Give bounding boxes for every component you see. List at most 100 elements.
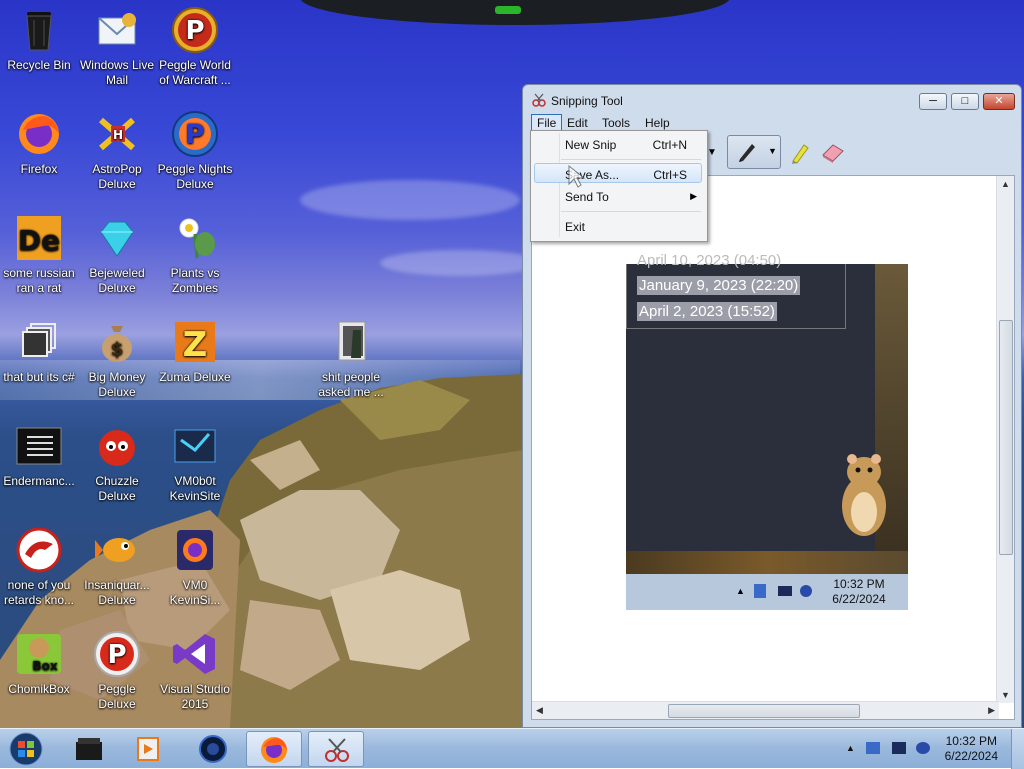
scissors-icon xyxy=(532,93,546,107)
desktop-icon-label: Visual Studio 2015 xyxy=(160,682,230,711)
close-button[interactable]: ✕ xyxy=(983,93,1015,110)
desktop-icon-label: AstroPop Deluxe xyxy=(92,162,142,191)
desktop-icon-chomikbox[interactable]: Box ChomikBox xyxy=(0,630,78,697)
desktop-icon-recycle-bin[interactable]: Recycle Bin xyxy=(0,6,78,73)
firefox-icon xyxy=(15,110,63,158)
mouse-cursor-icon xyxy=(568,164,586,188)
show-desktop-button[interactable] xyxy=(1011,729,1024,769)
desktop-icon-label: Peggle Deluxe xyxy=(98,682,136,711)
media-player-icon xyxy=(137,737,159,761)
desktop-icon-big-money[interactable]: $ Big Money Deluxe xyxy=(78,318,156,400)
shortcut-new-snip: Ctrl+N xyxy=(652,138,687,152)
svg-text:P: P xyxy=(107,640,126,670)
desktop-icon-peggle-deluxe[interactable]: P Peggle Deluxe xyxy=(78,630,156,712)
desktop-icon-label: VM0 KevinSi... xyxy=(169,578,221,607)
desktop-icon-firefox[interactable]: Firefox xyxy=(0,110,78,177)
desktop-icon-label: Firefox xyxy=(20,162,58,176)
desktop-icon-that-but-csharp[interactable]: that but its c# xyxy=(0,318,78,385)
start-button[interactable] xyxy=(2,731,52,767)
cloud xyxy=(300,180,520,220)
svg-text:H: H xyxy=(113,128,123,142)
horizontal-scroll-thumb[interactable] xyxy=(668,704,860,718)
svg-text:$: $ xyxy=(111,339,124,360)
desktop-icon-visual-studio[interactable]: Visual Studio 2015 xyxy=(156,630,234,712)
taskbar-snipping-tool[interactable] xyxy=(308,731,364,767)
minimize-button[interactable]: ─ xyxy=(919,93,947,110)
svg-text:P: P xyxy=(185,120,204,150)
desktop-icon-label: Windows Live Mail xyxy=(79,58,155,87)
mail-icon xyxy=(93,6,141,54)
desktop-icon-label: VM0b0t KevinSite xyxy=(169,474,221,503)
taskbar-recycle-bin[interactable] xyxy=(62,731,118,767)
taskbar-media-player[interactable] xyxy=(120,731,176,767)
desktop-icon-label: Recycle Bin xyxy=(7,58,71,72)
tray-monitor-icon[interactable] xyxy=(892,742,906,754)
scroll-right-icon[interactable]: ▶ xyxy=(988,705,995,716)
captured-text-line2: April 2, 2023 (15:52) xyxy=(637,302,777,321)
firefox-icon xyxy=(261,737,287,763)
eraser-icon[interactable] xyxy=(819,143,845,163)
scroll-left-icon[interactable]: ◀ xyxy=(536,705,543,716)
desktop-icon-bejeweled[interactable]: Bejeweled Deluxe xyxy=(78,214,156,296)
desktop-icon-vm0-kevinsi[interactable]: VM0 KevinSi... xyxy=(156,526,234,608)
menu-gutter xyxy=(559,133,560,237)
captured-text-cut: April 10, 2023 (04:50) xyxy=(637,252,782,269)
peggle-icon: P xyxy=(171,6,219,54)
desktop-icon-astropop[interactable]: H AstroPop Deluxe xyxy=(78,110,156,192)
tray-network-icon[interactable] xyxy=(866,742,880,754)
chevron-down-icon[interactable]: ▼ xyxy=(707,147,717,158)
desktop-icon-endermanc[interactable]: Endermanc... xyxy=(0,422,78,489)
highlighter-icon[interactable] xyxy=(789,141,811,165)
clock-time: 10:32 PM xyxy=(945,734,997,748)
tray-show-hidden-icon[interactable]: ▲ xyxy=(846,743,855,753)
desktop-icon-shit-people[interactable]: shit people asked me ... xyxy=(312,318,390,400)
submenu-arrow-icon: ▶ xyxy=(690,191,697,201)
menu-item-new-snip[interactable]: New Snip xyxy=(565,138,616,152)
desktop-icon-label: Peggle World of Warcraft ... xyxy=(159,58,231,87)
taskbar-firefox[interactable] xyxy=(246,731,302,767)
desktop-icon-peggle-nights[interactable]: P Peggle Nights Deluxe xyxy=(156,110,234,192)
tray-monitor-icon xyxy=(778,586,792,596)
desktop-icon-label: some russian ran a rat xyxy=(3,266,75,295)
desktop-icon-label: Chuzzle Deluxe xyxy=(95,474,139,503)
desktop-icon-vm0b0t[interactable]: VM0b0t KevinSite xyxy=(156,422,234,504)
desktop-icon-zuma[interactable]: Z Zuma Deluxe xyxy=(156,318,234,385)
taskbar-globe-app[interactable] xyxy=(184,731,240,767)
vertical-scroll-thumb[interactable] xyxy=(999,320,1013,555)
desktop-icon-some-russian[interactable]: De some russian ran a rat xyxy=(0,214,78,296)
desktop-icon-label: Endermanc... xyxy=(3,474,75,488)
captured-dropdown: April 10, 2023 (04:50) January 9, 2023 (… xyxy=(626,252,846,329)
desktop-icon-insaniquarium[interactable]: Insaniquar... Deluxe xyxy=(78,526,156,608)
desktop-icon-label: shit people asked me ... xyxy=(318,370,384,399)
desktop-icon-windows-live-mail[interactable]: Windows Live Mail xyxy=(78,6,156,88)
horizontal-scrollbar[interactable]: ◀ ▶ xyxy=(532,701,999,719)
snip-canvas[interactable]: April 10, 2023 (04:50) January 9, 2023 (… xyxy=(531,175,1015,720)
desktop-icon-pvz[interactable]: Plants vs Zombies xyxy=(156,214,234,296)
maximize-button[interactable]: □ xyxy=(951,93,979,110)
desktop-icon-label: that but its c# xyxy=(3,370,75,384)
svg-text:Z: Z xyxy=(183,325,208,365)
title-bar[interactable]: Snipping Tool ─ □ ✕ xyxy=(523,85,1021,115)
svg-text:Box: Box xyxy=(32,659,57,673)
terminal-icon xyxy=(15,422,63,470)
tray-volume-icon[interactable] xyxy=(916,742,930,754)
svg-text:P: P xyxy=(185,16,204,46)
scroll-up-icon[interactable]: ▲ xyxy=(1001,179,1010,189)
menu-item-send-to[interactable]: Send To xyxy=(565,190,609,204)
menu-item-exit[interactable]: Exit xyxy=(565,220,585,234)
desktop-icon-label: Insaniquar... Deluxe xyxy=(84,578,150,607)
chevron-down-icon: ▼ xyxy=(768,146,777,156)
scroll-down-icon[interactable]: ▼ xyxy=(1001,690,1010,700)
chuzzle-icon xyxy=(93,422,141,470)
tray-volume-icon xyxy=(800,585,812,597)
menu-separator xyxy=(561,211,701,212)
desktop-icon-label: Bejeweled Deluxe xyxy=(89,266,145,295)
pen-button[interactable]: ▼ xyxy=(727,135,781,169)
desktop-icon-label: Peggle Nights Deluxe xyxy=(157,162,233,191)
taskbar-clock[interactable]: 10:32 PM 6/22/2024 xyxy=(945,734,998,764)
vertical-scrollbar[interactable]: ▲ ▼ xyxy=(996,176,1014,703)
desktop-icon-chuzzle[interactable]: Chuzzle Deluxe xyxy=(78,422,156,504)
desktop-icon-peggle-wow[interactable]: P Peggle World of Warcraft ... xyxy=(156,6,234,88)
desktop-icon-none-of-you[interactable]: none of you retards kno... xyxy=(0,526,78,608)
flower-icon xyxy=(171,214,219,262)
